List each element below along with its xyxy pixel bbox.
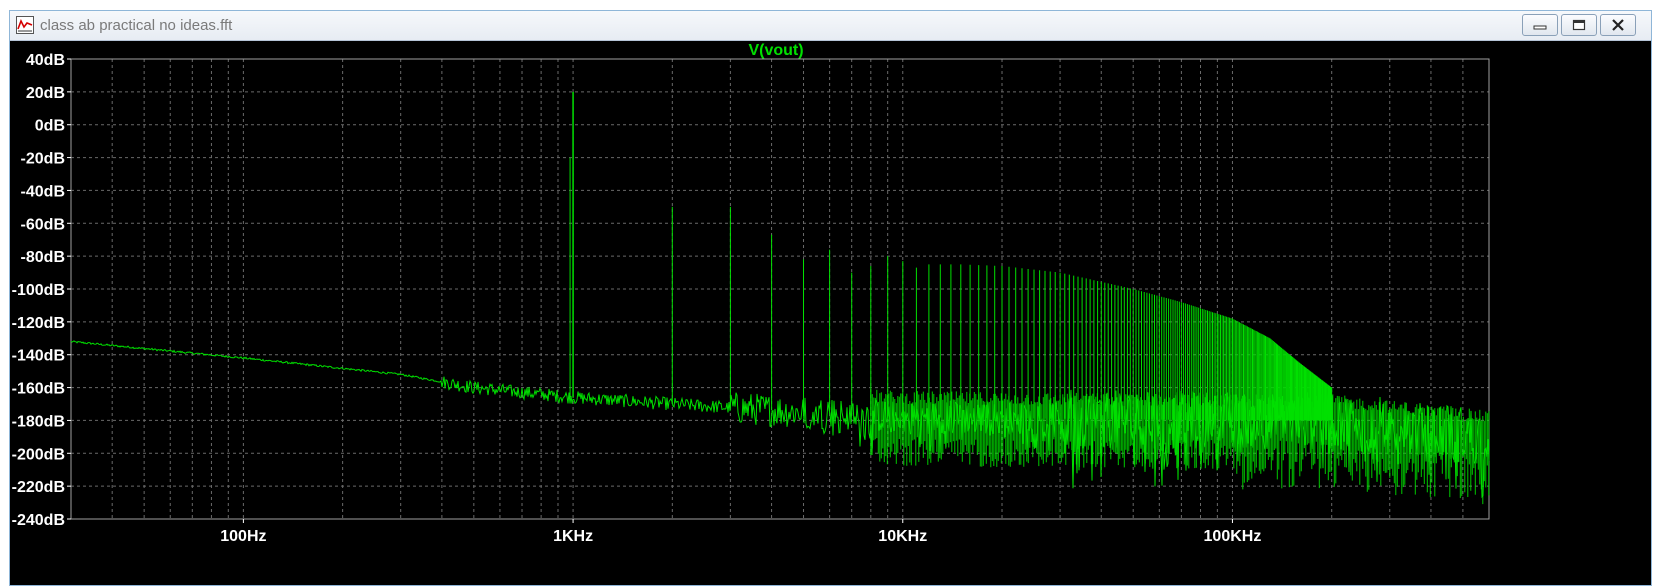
y-tick-label: -140dB xyxy=(12,348,65,365)
x-tick-label: 10KHz xyxy=(878,528,927,545)
grid xyxy=(70,58,1490,520)
y-tick-label: 20dB xyxy=(26,85,65,102)
trace-v-vout xyxy=(70,91,1490,505)
fft-window: class ab practical no ideas.fft V(vout) … xyxy=(9,10,1652,586)
waveform-icon xyxy=(16,16,34,34)
trace-name-label[interactable]: V(vout) xyxy=(748,42,803,59)
y-tick-label: -100dB xyxy=(12,282,65,299)
y-tick-label: -20dB xyxy=(21,151,65,168)
x-tick-label: 1KHz xyxy=(553,528,593,545)
maximize-button[interactable] xyxy=(1561,14,1597,36)
y-tick-label: -160dB xyxy=(12,381,65,398)
title-bar[interactable]: class ab practical no ideas.fft xyxy=(10,11,1651,41)
close-icon xyxy=(1612,19,1624,31)
y-tick-label: -120dB xyxy=(12,315,65,332)
minimize-button[interactable] xyxy=(1522,14,1558,36)
y-tick-label: 0dB xyxy=(35,118,65,135)
y-tick-label: -240dB xyxy=(12,512,65,529)
y-tick-label: -180dB xyxy=(12,413,65,430)
x-axis[interactable]: 100Hz 1KHz 10KHz 100KHz xyxy=(220,519,1261,545)
y-axis[interactable]: 40dB 20dB 0dB -20dB -40dB -60dB -80dB -100dB -12… xyxy=(12,52,71,529)
maximize-icon xyxy=(1572,19,1586,31)
y-tick-label: -40dB xyxy=(21,183,65,200)
y-tick-label: 40dB xyxy=(26,52,65,69)
y-tick-label: -220dB xyxy=(12,479,65,496)
fft-plot[interactable]: V(vout) 40dB 20dB 0dB -20dB -40dB -60dB -80dB -… xyxy=(10,41,1651,585)
y-tick-label: -200dB xyxy=(12,446,65,463)
minimize-icon xyxy=(1533,25,1547,30)
y-tick-label: -80dB xyxy=(21,249,65,266)
y-tick-label: -60dB xyxy=(21,216,65,233)
close-button[interactable] xyxy=(1600,14,1636,36)
x-tick-label: 100Hz xyxy=(220,528,266,545)
window-title: class ab practical no ideas.fft xyxy=(40,17,233,34)
x-tick-label: 100KHz xyxy=(1204,528,1262,545)
